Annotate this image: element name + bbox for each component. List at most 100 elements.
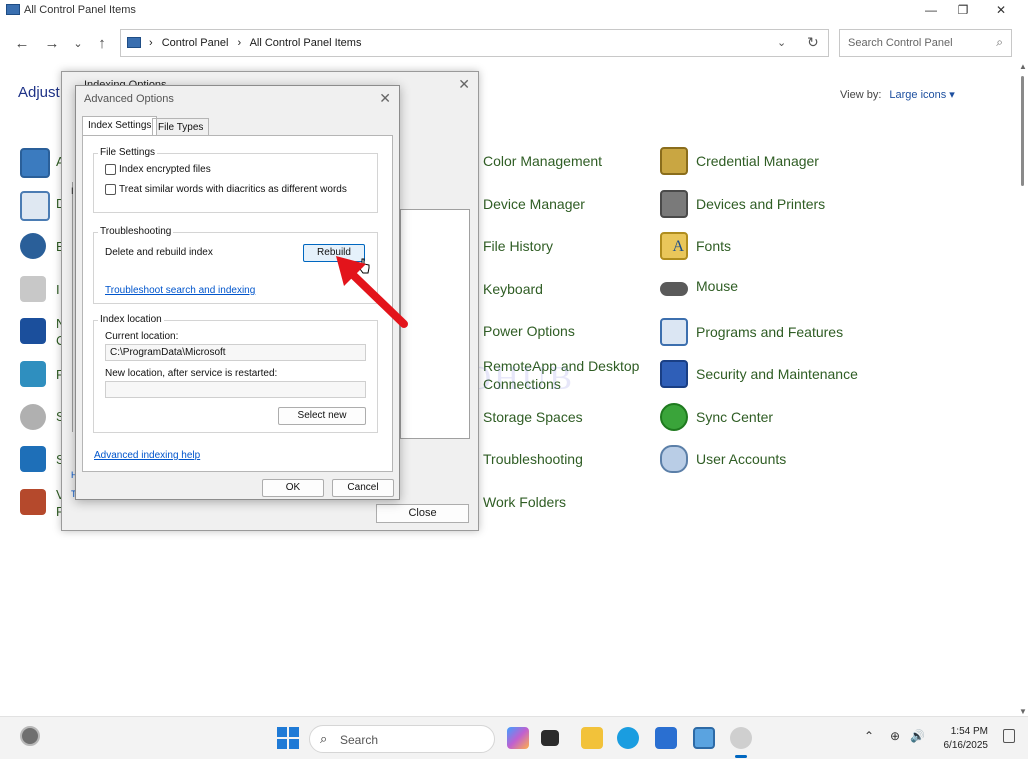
ease-of-access-icon[interactable] (20, 233, 46, 259)
start-icon[interactable] (277, 727, 299, 749)
printer-icon (660, 190, 688, 218)
flag-icon (660, 360, 688, 388)
up-icon[interactable]: ↑ (92, 34, 112, 54)
edge-icon[interactable] (617, 727, 639, 749)
breadcrumb: › Control Panel › All Control Panel Item… (149, 37, 367, 49)
clock-time: 1:54 PM (950, 726, 988, 737)
item-security-maintenance[interactable]: Security and Maintenance (660, 360, 858, 388)
close-icon[interactable]: ✕ (458, 76, 470, 93)
active-app-indicator (735, 755, 747, 758)
diacritics-checkbox[interactable]: Treat similar words with diacritics as d… (105, 184, 347, 195)
back-icon[interactable]: ← (12, 34, 32, 54)
volume-icon[interactable]: 🔊 (910, 729, 925, 743)
programs-icon (660, 318, 688, 346)
sync-icon (660, 403, 688, 431)
forward-icon[interactable]: → (42, 34, 62, 54)
item-devices-printers[interactable]: Devices and Printers (660, 190, 825, 218)
store-icon[interactable] (655, 727, 677, 749)
select-new-button[interactable]: Select new (278, 407, 366, 425)
item-sync-center[interactable]: Sync Center (660, 403, 773, 431)
breadcrumb-all-items[interactable]: All Control Panel Items (250, 37, 362, 49)
view-by-dropdown[interactable]: Large icons ▾ (889, 89, 954, 101)
item-mouse[interactable]: Mouse (660, 275, 738, 296)
taskbar-search-box[interactable]: ⌕ Search (309, 725, 495, 753)
tab-file-types[interactable]: File Types (152, 118, 210, 136)
maximize-button[interactable]: ❐ (944, 0, 982, 20)
scrollbar[interactable]: ▲ ▼ (1016, 62, 1028, 716)
file-explorer-icon[interactable] (581, 727, 603, 749)
current-location-label: Current location: (105, 331, 179, 342)
breadcrumb-control-panel[interactable]: Control Panel (162, 37, 229, 49)
advanced-indexing-help-link[interactable]: Advanced indexing help (94, 450, 200, 461)
refresh-icon[interactable]: ↻ (807, 34, 819, 51)
indexed-locations-list[interactable] (400, 209, 470, 439)
clock-date: 6/16/2025 (943, 740, 989, 751)
system-icon[interactable] (20, 446, 46, 472)
item-file-history[interactable]: File History (483, 237, 553, 255)
cancel-button[interactable]: Cancel (332, 479, 394, 497)
file-settings-group: File Settings Index encrypted files Trea… (93, 147, 378, 213)
action-center-icon[interactable] (20, 148, 50, 178)
label-fragment: I (71, 186, 74, 196)
credential-manager-icon (660, 147, 688, 175)
item-label-fragment: I (56, 282, 60, 297)
recovery-icon[interactable] (20, 361, 46, 387)
network-icon[interactable]: ⊕ (890, 729, 900, 743)
close-button[interactable]: Close (376, 504, 469, 523)
control-panel-icon (127, 37, 141, 48)
taskbar: ⌕ Search ⌃ ⊕ 🔊 1:54 PM 6/16/2025 (0, 716, 1028, 759)
current-location-field: C:\ProgramData\Microsoft (105, 344, 366, 361)
item-work-folders[interactable]: Work Folders (483, 493, 566, 511)
control-panel-icon (6, 4, 20, 15)
item-keyboard[interactable]: Keyboard (483, 280, 543, 298)
checkbox-box[interactable] (105, 164, 116, 175)
control-panel-taskbar-icon[interactable] (693, 727, 715, 749)
view-by: View by: Large icons ▾ (840, 88, 955, 101)
date-time-icon[interactable] (20, 191, 50, 221)
tab-index-settings[interactable]: Index Settings (82, 116, 158, 136)
troubleshooting-label: Troubleshooting (98, 226, 174, 237)
close-window-button[interactable]: ✕ (982, 0, 1020, 20)
item-troubleshooting[interactable]: Troubleshooting (483, 450, 583, 468)
recent-locations-icon[interactable]: ⌄ (68, 34, 88, 54)
task-view-icon[interactable] (541, 730, 559, 746)
item-programs-features[interactable]: Programs and Features (660, 318, 843, 346)
indexing-options-icon[interactable] (20, 276, 46, 302)
item-fonts[interactable]: A Fonts (660, 232, 731, 260)
tray-overflow-icon[interactable]: ⌃ (864, 729, 874, 743)
notification-icon[interactable] (1003, 729, 1015, 743)
clock[interactable]: 1:54 PM 6/16/2025 (936, 725, 989, 753)
copilot-icon[interactable] (507, 727, 529, 749)
window-title: All Control Panel Items (24, 4, 136, 16)
address-dropdown-icon[interactable]: ⌄ (777, 36, 786, 49)
index-encrypted-checkbox[interactable]: Index encrypted files (105, 164, 211, 175)
checkbox-box[interactable] (105, 184, 116, 195)
index-location-label: Index location (98, 314, 164, 325)
mouse-icon (660, 282, 688, 296)
search-placeholder: Search Control Panel (848, 37, 953, 49)
item-credential-manager[interactable]: Credential Manager (660, 147, 819, 175)
item-color-management[interactable]: Color Management (483, 152, 602, 170)
item-user-accounts[interactable]: User Accounts (660, 445, 786, 473)
search-input[interactable]: Search Control Panel ⌕ (839, 29, 1012, 57)
widgets-icon[interactable] (20, 726, 40, 746)
network-icon[interactable] (20, 318, 46, 344)
indexing-taskbar-icon[interactable] (730, 727, 752, 749)
delete-rebuild-text: Delete and rebuild index (105, 247, 213, 258)
address-bar[interactable]: › Control Panel › All Control Panel Item… (120, 29, 829, 57)
search-icon: ⌕ (996, 35, 1003, 49)
close-icon[interactable]: ✕ (379, 90, 391, 107)
firewall-icon[interactable] (20, 489, 46, 515)
troubleshoot-link[interactable]: Troubleshoot search and indexing (105, 285, 255, 296)
ok-button[interactable]: OK (262, 479, 324, 497)
sound-icon[interactable] (20, 404, 46, 430)
new-location-label: New location, after service is restarted… (105, 368, 278, 379)
search-icon: ⌕ (320, 731, 328, 746)
item-device-manager[interactable]: Device Manager (483, 195, 585, 213)
breadcrumb-separator: › (237, 37, 242, 49)
red-arrow-annotation (336, 256, 408, 328)
file-settings-label: File Settings (98, 147, 158, 158)
view-by-label: View by: (840, 89, 882, 101)
item-power-options[interactable]: Power Options (483, 322, 575, 340)
item-storage-spaces[interactable]: Storage Spaces (483, 408, 583, 426)
